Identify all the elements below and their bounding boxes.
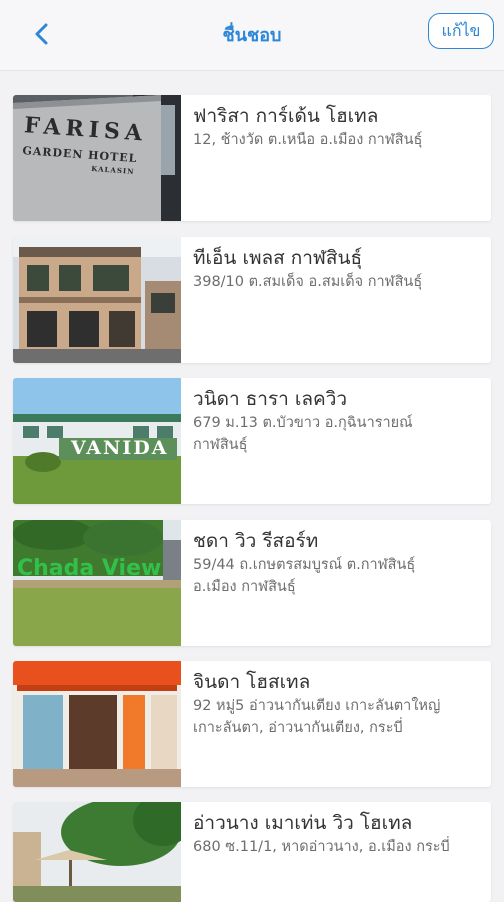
hotel-name: อ่าวนาง เมาเท่น วิว โฮเทล (193, 812, 413, 834)
vanida-sign: VANIDA (71, 437, 169, 459)
hotel-address: 92 หมู่5 อ่าวนากันเตียง เกาะลันตาใหญ่ เก… (193, 698, 441, 736)
hotel-card-chada-view[interactable]: Chada View ชดา วิว รีสอร์ท 59/44 ถ.เกษตร… (13, 520, 491, 646)
chada-view-sign: Chada View (17, 556, 162, 581)
hotel-name: ฟาริสา การ์เด้น โฮเทล (193, 105, 379, 127)
hotel-photo (13, 661, 181, 787)
hotel-address: 398/10 ต.สมเด็จ อ.สมเด็จ กาฬสินธุ์ (193, 274, 423, 290)
hotel-photo: Chada View (13, 520, 181, 646)
hotel-card-ao-nang-mountain-view[interactable]: อ่าวนาง เมาเท่น วิว โฮเทล 680 ซ.11/1, หา… (13, 802, 491, 902)
hotel-photo (13, 802, 181, 902)
hotel-card-vanida[interactable]: VANIDA วนิดา ธารา เลควิว 679 ม.13 ต.บัวข… (13, 378, 491, 504)
hotel-photo (13, 237, 181, 363)
hotel-name: ทีเอ็น เพลส กาฬสินธุ์ (193, 247, 363, 269)
hotel-card-farisa[interactable]: FARISA GARDEN HOTEL KALASIN ฟาริสา การ์เด้… (13, 95, 491, 221)
hotel-card-tn-place[interactable]: ทีเอ็น เพลส กาฬสินธุ์ 398/10 ต.สมเด็จ อ.… (13, 237, 491, 363)
hotel-address: 12, ช้างวัด ต.เหนือ อ.เมือง กาฬสินธุ์ (193, 132, 423, 148)
hotel-name: จินดา โฮสเทล (193, 671, 311, 693)
hotel-address: 680 ซ.11/1, หาดอ่าวนาง, อ.เมือง กระบี่ (193, 839, 450, 855)
edit-button[interactable]: แก้ไข (428, 13, 494, 49)
hotel-name: ชดา วิว รีสอร์ท (193, 530, 319, 552)
hotel-photo: VANIDA (13, 378, 181, 504)
navigation-bar: ชื่นชอบ แก้ไข (0, 0, 504, 71)
hotel-photo: FARISA GARDEN HOTEL KALASIN (13, 95, 181, 221)
hotel-address: 59/44 ถ.เกษตรสมบูรณ์ ต.กาฬสินธุ์ อ.เมือง… (193, 557, 416, 595)
hotel-card-jinda-hostel[interactable]: จินดา โฮสเทล 92 หมู่5 อ่าวนากันเตียง เกา… (13, 661, 491, 787)
farisa-sign: FARISA GARDEN HOTEL KALASIN (21, 112, 148, 176)
hotel-name: วนิดา ธารา เลควิว (193, 388, 348, 410)
hotel-address: 679 ม.13 ต.บัวขาว อ.กุฉินารายณ์ กาฬสินธุ… (193, 415, 413, 453)
